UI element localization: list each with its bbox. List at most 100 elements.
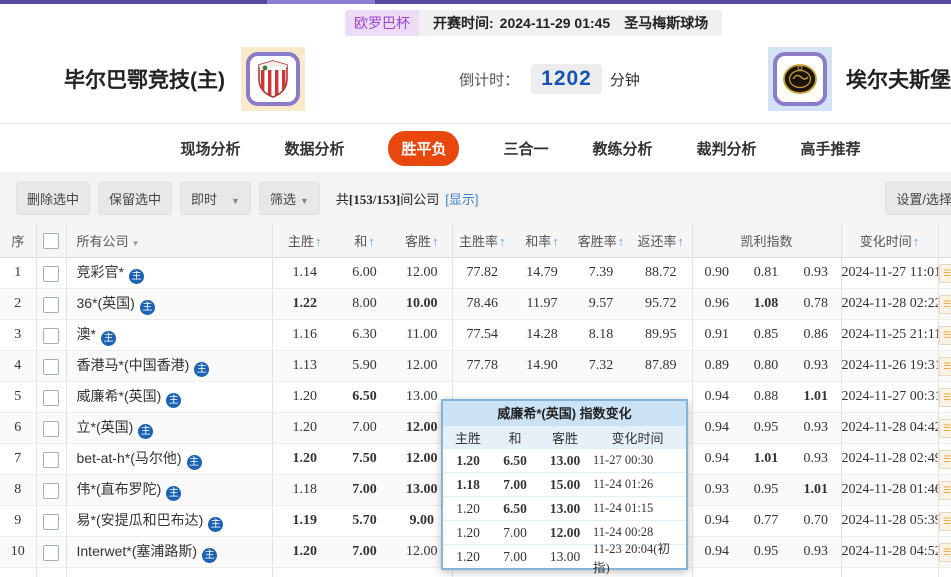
delete-selected-button[interactable]: 删除选中	[16, 182, 90, 215]
draw-odds-cell[interactable]: 5.90	[337, 351, 392, 382]
company-cell[interactable]: Interwet*(塞浦路斯)主	[66, 537, 272, 568]
home-rate-header[interactable]: 主胜率↑	[452, 224, 512, 258]
row-menu-cell[interactable]: ☰	[938, 382, 951, 413]
company-cell[interactable]: 竞彩官*主	[66, 258, 272, 289]
draw-odds-header[interactable]: 和↑	[337, 224, 392, 258]
select-all-checkbox[interactable]	[43, 233, 59, 249]
row-menu-cell[interactable]: ☰	[938, 506, 951, 537]
row-checkbox[interactable]	[43, 421, 59, 437]
popup-change-time: 11-23 20:04(初指)	[593, 538, 682, 576]
company-cell[interactable]: 易*(安提瓜和巴布达)主	[66, 506, 272, 537]
row-checkbox[interactable]	[43, 452, 59, 468]
empty-cell	[272, 568, 337, 577]
away-rate-cell: 8.18	[572, 320, 630, 351]
home-odds-header[interactable]: 主胜↑	[272, 224, 337, 258]
show-link[interactable]: [显示]	[445, 189, 478, 208]
home-odds-cell[interactable]: 1.20	[272, 413, 337, 444]
draw-odds-cell[interactable]: 6.00	[337, 258, 392, 289]
draw-odds-cell[interactable]: 5.70	[337, 506, 392, 537]
company-cell[interactable]: 立*(英国)主	[66, 413, 272, 444]
row-checkbox[interactable]	[43, 297, 59, 313]
odds-comparison-page: 欧罗巴杯 开赛时间: 2024-11-29 01:45 圣马梅斯球场 毕尔巴鄂竞…	[0, 0, 951, 577]
draw-odds-cell[interactable]: 7.50	[337, 444, 392, 475]
menu-icon: ☰	[939, 419, 951, 438]
row-menu-cell[interactable]: ☰	[938, 289, 951, 320]
draw-odds-cell[interactable]: 6.30	[337, 320, 392, 351]
row-checkbox[interactable]	[43, 483, 59, 499]
company-cell[interactable]: 澳*主	[66, 320, 272, 351]
row-checkbox[interactable]	[43, 359, 59, 375]
away-rate-cell: 7.32	[572, 351, 630, 382]
tab-裁判分析[interactable]: 裁判分析	[697, 138, 757, 159]
company-cell[interactable]: 香港马*(中国香港)主	[66, 351, 272, 382]
draw-odds-cell[interactable]: 7.00	[337, 413, 392, 444]
row-menu-cell[interactable]: ☰	[938, 444, 951, 475]
change-time-header[interactable]: 变化时间↑	[841, 224, 938, 258]
tab-胜平负[interactable]: 胜平负	[388, 131, 459, 166]
popup-title: 威廉希*(英国) 指数变化	[443, 401, 686, 426]
draw-odds-cell[interactable]: 7.00	[337, 475, 392, 506]
home-odds-cell[interactable]: 1.20	[272, 382, 337, 413]
checkbox-cell	[36, 537, 66, 568]
live-dropdown[interactable]: 即时▼	[180, 182, 251, 215]
row-menu-cell[interactable]: ☰	[938, 537, 951, 568]
home-odds-cell[interactable]: 1.20	[272, 444, 337, 475]
row-checkbox[interactable]	[43, 266, 59, 282]
sort-asc-icon: ↑	[618, 234, 625, 249]
checkbox-cell	[36, 506, 66, 537]
home-odds-cell[interactable]: 1.19	[272, 506, 337, 537]
company-cell[interactable]: 36*(英国)主	[66, 289, 272, 320]
home-odds-cell[interactable]: 1.20	[272, 537, 337, 568]
kelly-draw-cell: 0.81	[741, 258, 791, 289]
sort-asc-icon: ↑	[913, 234, 920, 249]
return-rate-cell: 88.72	[630, 258, 692, 289]
index-cell: 4	[0, 351, 36, 382]
row-menu-cell[interactable]: ☰	[938, 320, 951, 351]
company-cell[interactable]: bet-at-h*(马尔他)主	[66, 444, 272, 475]
away-odds-header[interactable]: 客胜↑	[392, 224, 452, 258]
row-menu-cell[interactable]: ☰	[938, 258, 951, 289]
row-checkbox[interactable]	[43, 514, 59, 530]
kelly-away-cell: 0.93	[791, 258, 841, 289]
away-odds-cell[interactable]: 12.00	[392, 258, 452, 289]
row-checkbox[interactable]	[43, 545, 59, 561]
away-rate-cell: 7.39	[572, 258, 630, 289]
away-rate-header[interactable]: 客胜率↑	[572, 224, 630, 258]
tab-高手推荐[interactable]: 高手推荐	[801, 138, 861, 159]
draw-odds-cell[interactable]: 6.50	[337, 382, 392, 413]
home-odds-cell[interactable]: 1.18	[272, 475, 337, 506]
filter-dropdown[interactable]: 筛选▼	[259, 182, 320, 215]
home-team-logo	[246, 52, 300, 106]
settings-select-button[interactable]: 设置/选择	[885, 182, 951, 215]
away-odds-cell[interactable]: 10.00	[392, 289, 452, 320]
draw-odds-cell[interactable]: 8.00	[337, 289, 392, 320]
menu-icon: ☰	[939, 295, 951, 314]
row-menu-cell[interactable]: ☰	[938, 351, 951, 382]
home-odds-cell[interactable]: 1.16	[272, 320, 337, 351]
popup-draw-odds: 6.50	[493, 453, 537, 469]
home-odds-cell[interactable]: 1.22	[272, 289, 337, 320]
home-odds-cell[interactable]: 1.13	[272, 351, 337, 382]
popup-home-odds: 1.18	[443, 477, 493, 493]
company-header[interactable]: 所有公司▼	[66, 224, 272, 258]
draw-odds-cell[interactable]: 7.00	[337, 537, 392, 568]
row-menu-cell[interactable]: ☰	[938, 475, 951, 506]
company-cell[interactable]: 威廉希*(英国)主	[66, 382, 272, 413]
row-menu-cell[interactable]: ☰	[938, 413, 951, 444]
company-cell[interactable]: 伟*(直布罗陀)主	[66, 475, 272, 506]
match-header: 毕尔巴鄂竞技(主) 倒计时： 1202	[0, 36, 951, 122]
keep-selected-button[interactable]: 保留选中	[98, 182, 172, 215]
tab-教练分析[interactable]: 教练分析	[593, 138, 653, 159]
home-odds-cell[interactable]: 1.14	[272, 258, 337, 289]
tab-三合一[interactable]: 三合一	[503, 138, 548, 159]
checkbox-cell	[36, 413, 66, 444]
away-odds-cell[interactable]: 12.00	[392, 351, 452, 382]
tab-数据分析[interactable]: 数据分析	[284, 138, 344, 159]
return-rate-header[interactable]: 返还率↑	[630, 224, 692, 258]
row-checkbox[interactable]	[43, 390, 59, 406]
tab-现场分析[interactable]: 现场分析	[180, 138, 240, 159]
away-odds-cell[interactable]: 11.00	[392, 320, 452, 351]
change-time-cell: 2024-11-28 02:22	[841, 289, 938, 320]
row-checkbox[interactable]	[43, 328, 59, 344]
draw-rate-header[interactable]: 和率↑	[512, 224, 572, 258]
